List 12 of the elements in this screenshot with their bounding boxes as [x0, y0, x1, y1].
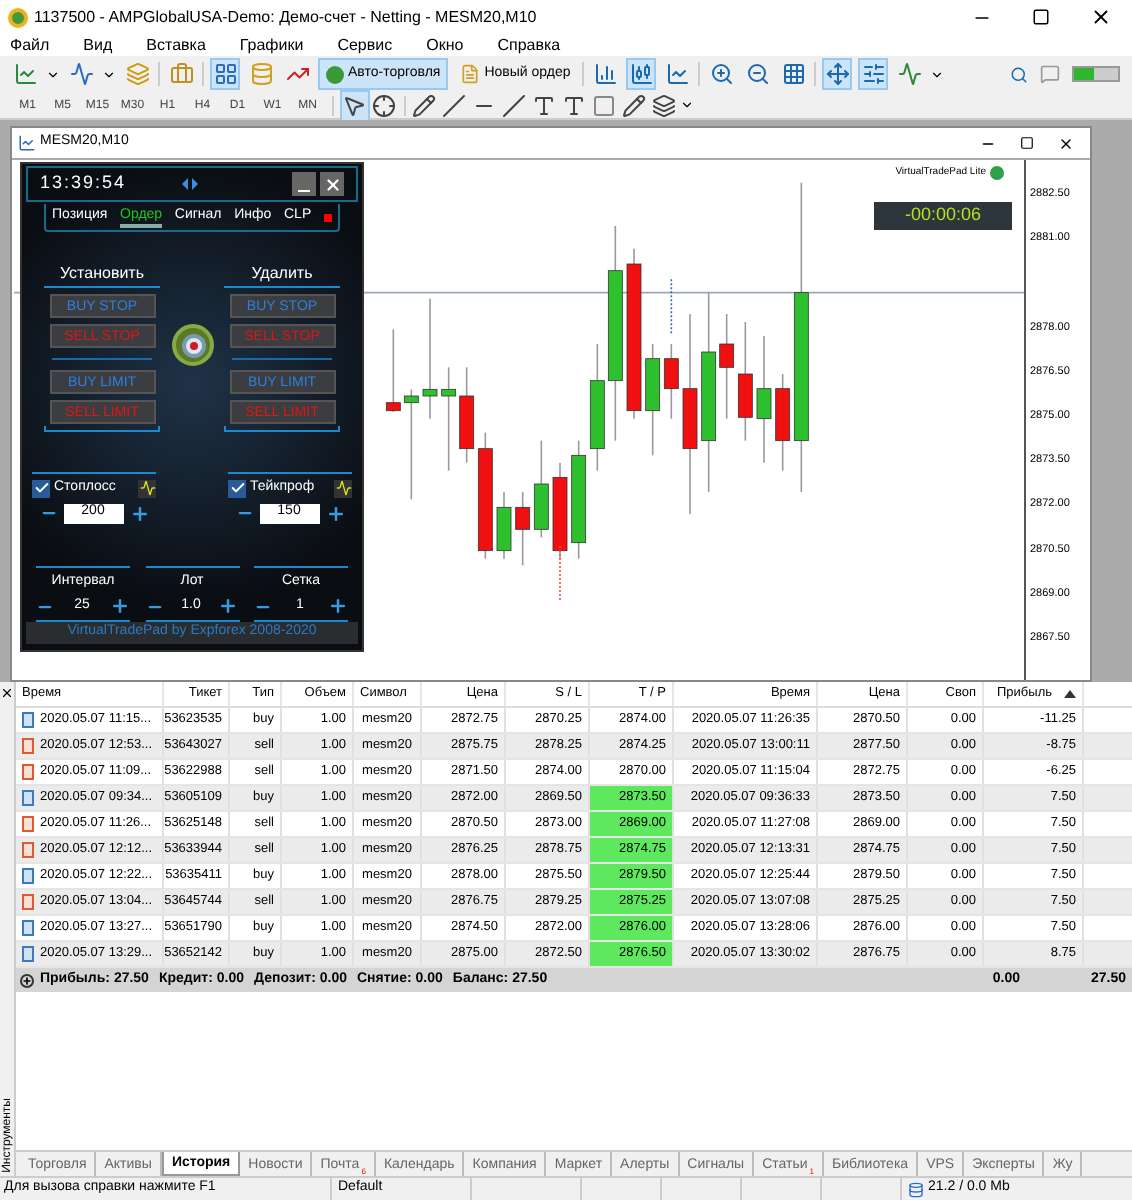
menu-item[interactable]: Сервис	[337, 37, 393, 53]
menu-item[interactable]: Вставка	[146, 37, 206, 53]
clock-text: 13:39:54	[40, 170, 127, 197]
window-title: 1137500 - AMPGlobalUSA-Demo: Демо-счет - Netting - MESM20,M10	[34, 5, 537, 29]
place-section-title: Установить	[44, 266, 160, 288]
menu-item[interactable]: Справка	[497, 37, 561, 53]
menu-item[interactable]: Окно	[426, 37, 464, 53]
menu-item[interactable]: Вид	[83, 37, 113, 53]
menu-item[interactable]: Файл	[10, 37, 50, 53]
menu-item[interactable]: Графики	[239, 37, 304, 53]
countdown-timer: -00:00:06	[874, 202, 1012, 230]
delete-section-title: Удалить	[224, 266, 340, 288]
